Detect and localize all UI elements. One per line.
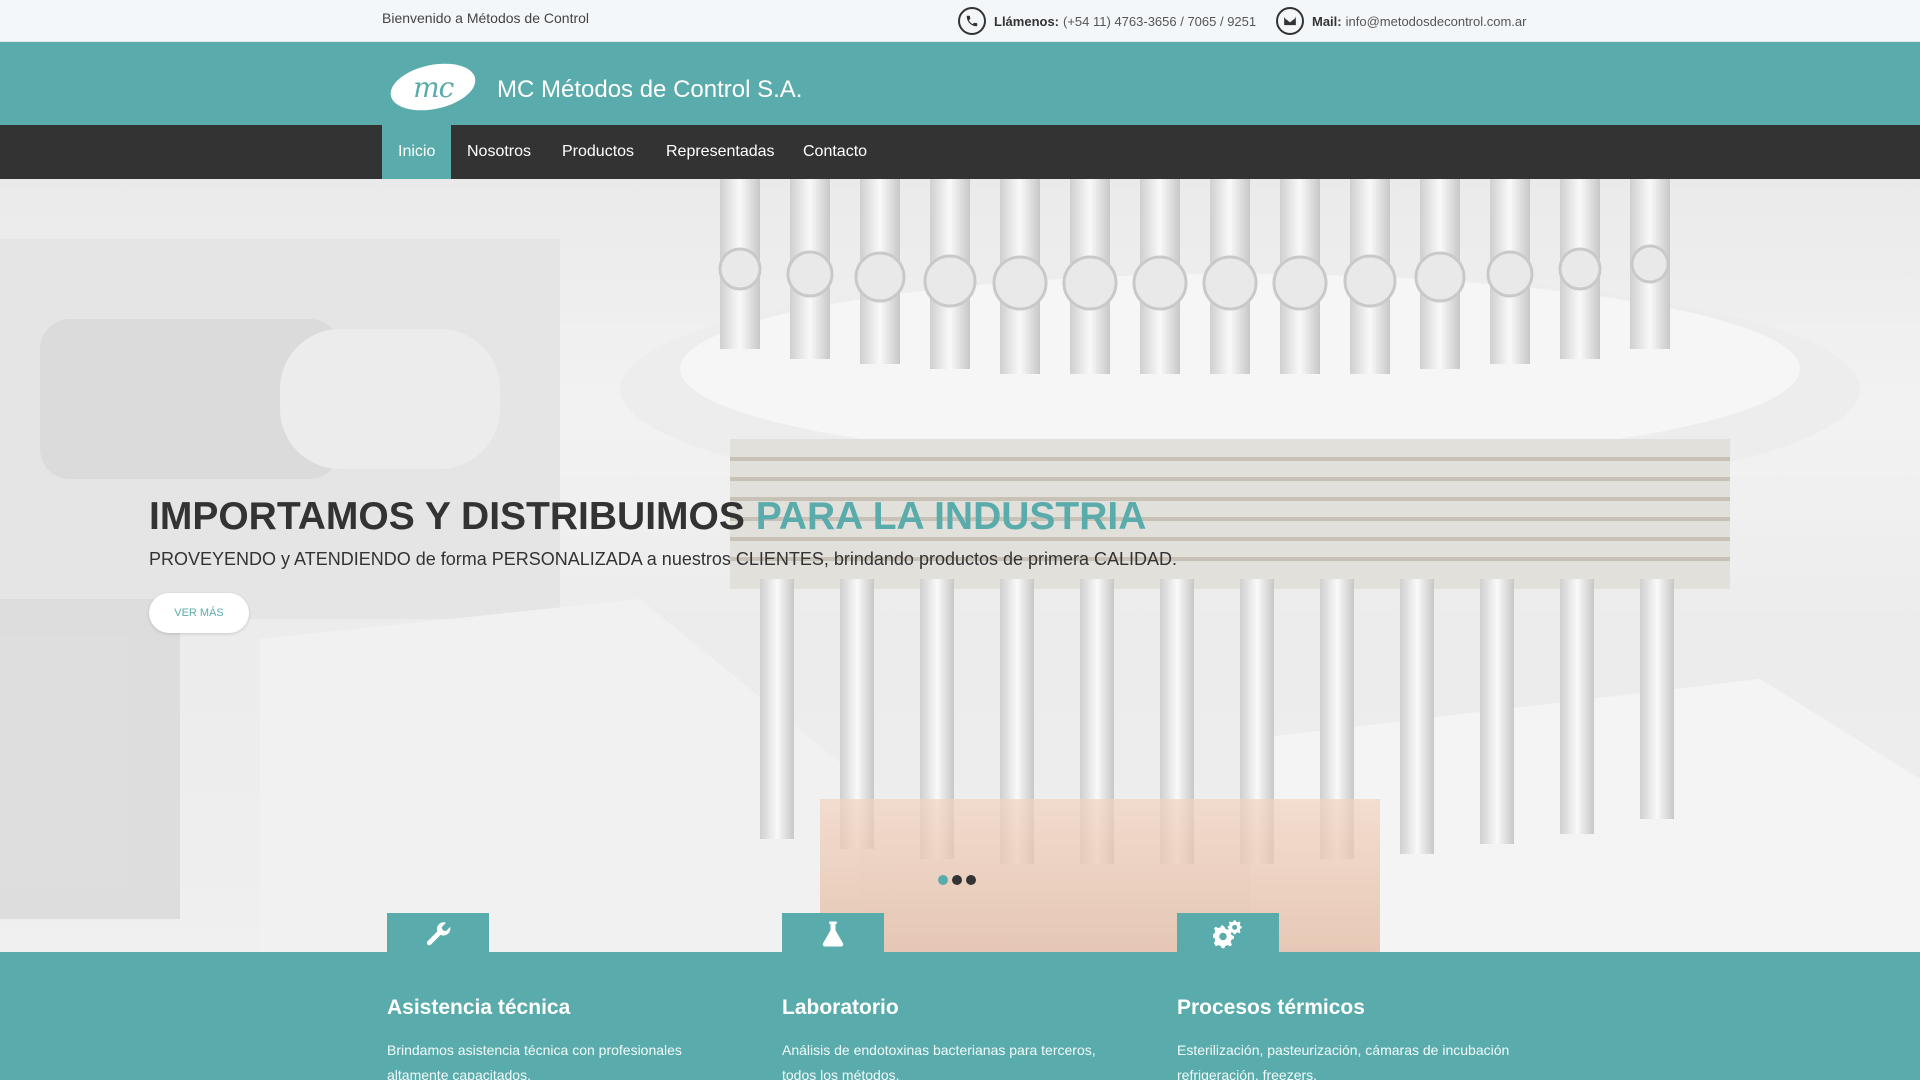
mail-contact[interactable]: Mail: info@metodosdecontrol.com.ar [1276,7,1526,35]
hero-title-accent: PARA LA INDUSTRIA [755,495,1147,538]
phone-contact[interactable]: Llámenos: (+54 11) 4763-3656 / 7065 / 92… [958,7,1256,35]
brand-header: mc MC Métodos de Control S.A. [0,42,1920,125]
slide-dot-2[interactable] [952,875,962,885]
mail-label: Mail: [1312,13,1342,29]
hero-subtitle: PROVEYENDO y ATENDIENDO de forma PERSONA… [149,549,1178,569]
service-description: Esterilización, pasteurización, cámaras … [1177,1042,1510,1080]
flask-icon [782,913,884,955]
nav-item-inicio[interactable]: Inicio [382,125,452,179]
service-description: Análisis de endotoxinas bacterianas para… [782,1042,1096,1080]
logo-text: mc [412,70,454,104]
company-logo[interactable]: mc [386,56,480,118]
slider-pagination [938,875,980,885]
phone-value[interactable]: (+54 11) 4763-3656 / 7065 / 9251 [1063,14,1256,29]
hero-title: IMPORTAMOS Y DISTRIBUIMOS PARA LA INDUST… [149,495,1146,539]
mail-value[interactable]: info@metodosdecontrol.com.ar [1346,14,1527,29]
slide-dot-3[interactable] [966,875,976,885]
slide-dot-1[interactable] [938,875,948,885]
phone-label: Llámenos: [994,13,1060,29]
services-section: Asistencia técnica Brindamos asistencia … [0,913,1920,1080]
nav-item-representadas[interactable]: Representadas [650,125,791,179]
nav-item-productos[interactable]: Productos [546,125,650,179]
envelope-icon [1276,7,1304,35]
nav-item-nosotros[interactable]: Nosotros [451,125,547,179]
service-title: Asistencia técnica [387,996,571,1019]
phone-icon [958,7,986,35]
main-navigation: Inicio Nosotros Productos Representadas … [0,125,1920,179]
gears-icon [1177,913,1279,955]
service-title: Procesos térmicos [1177,996,1365,1019]
service-title: Laboratorio [782,996,899,1019]
company-name[interactable]: MC Métodos de Control S.A. [497,76,802,104]
wrench-icon [387,913,489,955]
nav-item-contacto[interactable]: Contacto [787,125,883,179]
top-info-bar: Bienvenido a Métodos de Control Llámenos… [0,0,1920,42]
hero-title-main: IMPORTAMOS Y DISTRIBUIMOS [149,495,745,538]
service-description: Brindamos asistencia técnica con profesi… [387,1042,682,1080]
hero-slider: IMPORTAMOS Y DISTRIBUIMOS PARA LA INDUST… [0,179,1920,952]
ver-mas-button[interactable]: VER MÁS [149,593,249,633]
welcome-text: Bienvenido a Métodos de Control [382,10,590,26]
